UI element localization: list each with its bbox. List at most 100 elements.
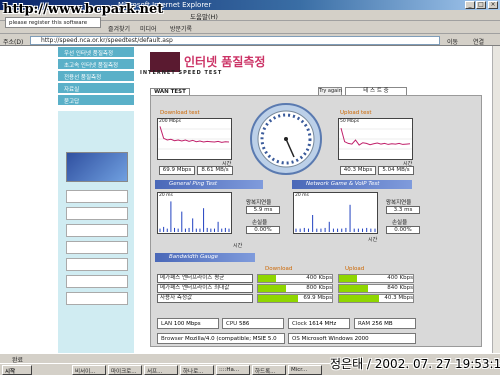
browser-value: Mozilla/4.0 (compatible; MSIE 5.0 xyxy=(185,336,277,342)
upload-axis-top: 50 Mbps xyxy=(340,119,360,124)
ping-time-label: 시간 xyxy=(233,243,243,249)
banner-6[interactable] xyxy=(66,275,128,288)
os-info: OS Microsoft Windows 2000 xyxy=(288,333,416,344)
ram-value: 256 MB xyxy=(371,321,393,327)
taskbar-item[interactable]: 마이크로... xyxy=(108,365,142,375)
clock-value: 1614 MHz xyxy=(308,321,337,327)
ping-loss-value: 0.00% xyxy=(246,226,280,234)
browser-info: Browser Mozilla/4.0 (compatible; MSIE 5.… xyxy=(157,333,285,344)
speed-dial xyxy=(250,103,322,175)
gauge-download-value: 800 Kbps xyxy=(306,285,332,291)
cpu-label: CPU xyxy=(226,321,238,327)
speed-dial-svg xyxy=(257,110,315,168)
gauge-upload-value: 40.3 Mbps xyxy=(384,295,413,301)
gauge-download-value: 69.9 Mbps xyxy=(303,295,332,301)
game-axis-top: 20 ms xyxy=(295,193,309,198)
address-label: 주소(D) xyxy=(3,39,24,46)
download-graph xyxy=(157,118,232,160)
ping-section-header: General Ping Test xyxy=(155,180,263,189)
gauge-row-label: 메가패스 엔터프라이즈 최대값 xyxy=(157,284,253,293)
lan-value: 100 Mbps xyxy=(173,321,201,327)
nav-item-3[interactable]: 전용선 품질측정 xyxy=(58,71,134,82)
game-latency-value: 3.3 ms xyxy=(386,206,420,214)
ping-loss-label: 손실율 xyxy=(252,220,268,226)
game-section-header: Network Game & VoIP Test xyxy=(292,180,412,189)
taskbar-item[interactable]: 하드록... xyxy=(252,365,286,375)
cpu-info: CPU 586 xyxy=(222,318,284,329)
os-label: OS xyxy=(292,336,300,342)
ping-latency-label: 왕복지연율 xyxy=(246,200,272,206)
ping-graph-svg xyxy=(159,201,230,232)
banner-5[interactable] xyxy=(66,258,128,271)
nav-item-1[interactable]: 우선 인터넷 품질측정 xyxy=(58,47,134,58)
game-loss-value: 0.00% xyxy=(386,226,420,234)
gauge-section-header: Bandwidth Gauge xyxy=(155,253,255,262)
taskbar-item[interactable]: Micr... xyxy=(288,365,322,375)
register-tooltip: please register this software xyxy=(5,17,101,28)
upload-graph-line xyxy=(340,127,411,146)
lan-label: LAN xyxy=(161,321,173,327)
banner-1[interactable] xyxy=(66,190,128,203)
taskbar-item[interactable]: 하나로... xyxy=(180,365,214,375)
nav-item-2[interactable]: 초고속 인터넷 품질측정 xyxy=(58,59,134,70)
go-button[interactable]: 이동 xyxy=(447,37,458,46)
download-title: Download test xyxy=(160,110,200,116)
download-value-mbs: 8.61 MB/s xyxy=(197,166,233,175)
nav-item-5[interactable]: 묻고답 xyxy=(58,95,134,106)
game-graph xyxy=(293,192,378,234)
gauge-row-label: 사용자 측정값 xyxy=(157,294,253,303)
gauge-upload-bar xyxy=(339,285,368,292)
address-input[interactable]: http://speed.nca.or.kr/speedtest/default… xyxy=(30,36,440,45)
favorites-button[interactable]: 즐겨찾기 xyxy=(108,24,130,33)
download-axis-top: 200 Mbps xyxy=(159,119,181,124)
browser-label: Browser xyxy=(161,336,184,342)
gauge-upload-bar xyxy=(339,275,357,282)
taskbar-item[interactable]: ::::Ha... xyxy=(216,365,250,375)
minimize-button[interactable]: _ xyxy=(465,1,475,9)
banner-4[interactable] xyxy=(66,241,128,254)
banner-2[interactable] xyxy=(66,207,128,220)
clock-label: Clock xyxy=(292,321,307,327)
promo-banner[interactable] xyxy=(66,152,128,182)
download-graph-svg xyxy=(158,126,231,150)
os-value: Microsoft Windows 2000 xyxy=(301,336,369,342)
taskbar-item[interactable]: 비서이... xyxy=(72,365,106,375)
game-loss-label: 손실율 xyxy=(392,220,408,226)
upload-graph-svg xyxy=(339,127,412,150)
start-button[interactable]: 시작 xyxy=(2,365,32,375)
ping-graph xyxy=(157,192,232,234)
gauge-upload-value: 400 Kbps xyxy=(387,275,413,281)
taskbar-item[interactable]: 서프... xyxy=(144,365,178,375)
links-button[interactable]: 연결 xyxy=(473,37,484,46)
gauge-download-value: 400 Kbps xyxy=(306,275,332,281)
nav-item-4[interactable]: 자료실 xyxy=(58,83,134,94)
banner-3[interactable] xyxy=(66,224,128,237)
gauge-upload-bar xyxy=(339,295,379,302)
game-graph-svg xyxy=(295,204,376,232)
game-time-label: 시간 xyxy=(368,237,378,243)
gauge-download-bar xyxy=(258,295,298,302)
lan-info: LAN 100 Mbps xyxy=(157,318,219,329)
history-button[interactable]: 방문기록 xyxy=(170,24,192,33)
game-latency-label: 왕복지연율 xyxy=(386,200,412,206)
clock-info: Clock 1614 MHz xyxy=(288,318,350,329)
signature: 정은태 / 2002. 07. 27 19:53:12 xyxy=(330,357,500,371)
upload-title: Upload test xyxy=(340,110,372,116)
gauge-upload-header: Upload xyxy=(345,266,365,272)
ram-info: RAM 256 MB xyxy=(354,318,416,329)
upload-value-mbs: 5.04 MB/s xyxy=(378,166,414,175)
upload-value-mbps: 40.3 Mbps xyxy=(340,166,376,175)
banner-7[interactable] xyxy=(66,292,128,305)
ping-latency-value: 5.9 ms xyxy=(246,206,280,214)
media-button[interactable]: 미디어 xyxy=(140,24,157,33)
maximize-button[interactable]: □ xyxy=(476,1,486,9)
gauge-download-bar xyxy=(258,275,276,282)
close-button[interactable]: × xyxy=(488,1,498,9)
ping-axis-top: 20 ms xyxy=(159,193,173,198)
menu-help[interactable]: 도움말(H) xyxy=(190,11,218,21)
page-title: 인터넷 품질측정 xyxy=(184,55,266,69)
watermark: http://www.bcpark.net xyxy=(3,2,164,17)
vertical-scrollbar[interactable] xyxy=(492,46,500,353)
ram-label: RAM xyxy=(358,321,371,327)
download-value-mbps: 69.9 Mbps xyxy=(159,166,195,175)
